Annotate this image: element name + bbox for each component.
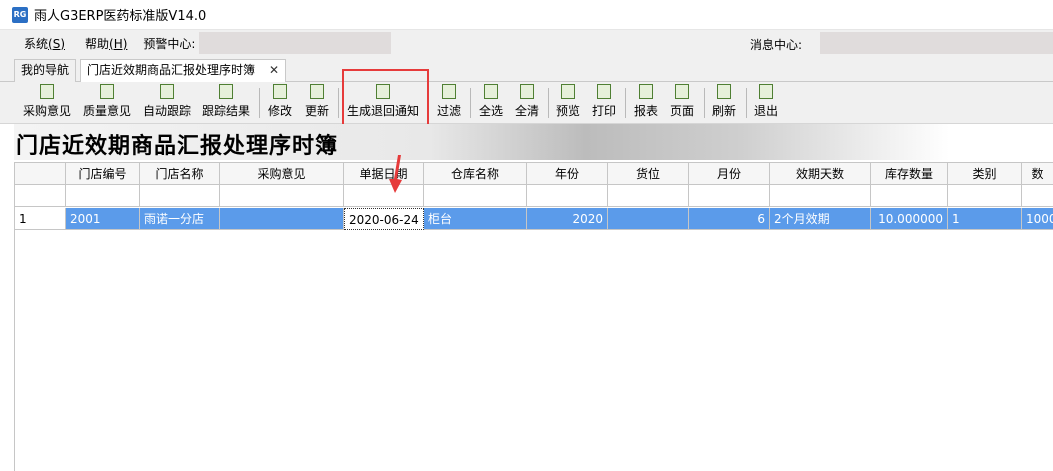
tab-expiry-report[interactable]: 门店近效期商品汇报处理序时簿 ✕ [80,59,286,83]
close-icon[interactable]: ✕ [269,60,279,81]
edit-icon [273,84,287,99]
tab-my-navigation[interactable]: 我的导航 [14,59,76,82]
column-header[interactable]: 月份 [689,163,770,185]
column-header[interactable]: 仓库名称 [424,163,527,185]
track-result-button[interactable]: 跟踪结果 [199,82,253,122]
alert-center-field[interactable] [199,32,392,54]
grid-header-row: 门店编号 门店名称 采购意见 单据日期 仓库名称 年份 货位 月份 效期天数 库… [15,163,1053,185]
page-icon [675,84,689,99]
expiry-days-cell[interactable]: 2个月效期 [770,208,871,230]
filter-cell[interactable] [871,185,948,207]
clear-all-icon [520,84,534,99]
category-cell[interactable]: 1 [948,208,1022,230]
toolbar-separator [259,88,260,118]
location-cell[interactable] [608,208,689,230]
store-code-cell[interactable]: 2001 [66,208,140,230]
update-icon [310,84,324,99]
alert-center-label: 预警中心: [143,36,196,51]
printer-icon [597,84,611,99]
clear-all-button[interactable]: 全清 [512,82,542,122]
quantity-cell[interactable]: 1000 [1022,208,1053,230]
menu-bar: 系统(S) 帮助(H) 预警中心: 消息中心: [0,30,1053,56]
purchase-opinion-button[interactable]: 采购意见 [20,82,74,122]
filter-cell[interactable] [66,185,140,207]
filter-cell[interactable] [424,185,527,207]
title-bar: RG 雨人G3ERP医药标准版V14.0 [0,0,1053,30]
filter-cell[interactable] [140,185,220,207]
filter-cell[interactable] [608,185,689,207]
refresh-icon [717,84,731,99]
filter-cell[interactable] [689,185,770,207]
red-arrow-annotation [389,155,402,193]
row-number: 1 [15,208,66,230]
page-banner: 门店近效期商品汇报处理序时簿 [14,124,1053,160]
column-header[interactable]: 类别 [948,163,1022,185]
toolbar-separator [704,88,705,118]
column-header[interactable]: 数 [1022,163,1053,185]
stock-quantity-cell[interactable]: 10.000000 [871,208,948,230]
document-date-cell[interactable]: 2020-06-24 [344,208,424,230]
menu-system[interactable]: 系统(S) [14,35,75,52]
filter-cell[interactable] [1022,185,1053,207]
filter-cell[interactable] [527,185,608,207]
report-icon [639,84,653,99]
select-all-button[interactable]: 全选 [476,82,506,122]
column-header[interactable]: 门店名称 [140,163,220,185]
preview-button[interactable]: 预览 [553,82,583,122]
warehouse-name-cell[interactable]: 柜台 [424,208,527,230]
highlight-annotation-box [342,69,429,130]
toolbar-separator [548,88,549,118]
column-header[interactable]: 库存数量 [871,163,948,185]
row-number-header [15,163,66,185]
window-title: 雨人G3ERP医药标准版V14.0 [34,9,207,24]
report-button[interactable]: 报表 [631,82,661,122]
update-button[interactable]: 更新 [301,82,333,122]
menu-help[interactable]: 帮助(H) [75,35,137,52]
message-center-label: 消息中心: [750,38,803,52]
toolbar-separator [338,88,339,118]
toolbar-separator [746,88,747,118]
column-header[interactable]: 货位 [608,163,689,185]
purchase-opinion-cell[interactable] [220,208,344,230]
column-header[interactable]: 效期天数 [770,163,871,185]
filter-cell[interactable] [948,185,1022,207]
tab-bar: 我的导航 门店近效期商品汇报处理序时簿 ✕ [0,56,1053,83]
exit-button[interactable]: 退出 [751,82,781,122]
exit-door-icon [759,84,773,99]
print-button[interactable]: 打印 [589,82,619,122]
filter-button[interactable]: 过滤 [434,82,464,122]
grid-filter-row [15,185,1053,207]
quality-opinion-button[interactable]: 质量意见 [80,82,134,122]
refresh-button[interactable]: 刷新 [709,82,739,122]
table-row[interactable]: 1 2001 雨诺一分店 2020-06-24 柜台 2020 6 2个月效期 … [15,208,1053,230]
filter-cell[interactable] [220,185,344,207]
list-icon [219,84,233,99]
column-header[interactable]: 单据日期 [344,163,424,185]
column-header[interactable]: 门店编号 [66,163,140,185]
toolbar-separator [625,88,626,118]
store-name-cell[interactable]: 雨诺一分店 [140,208,220,230]
app-logo-icon: RG [12,6,28,23]
year-cell[interactable]: 2020 [527,208,608,230]
preview-icon [561,84,575,99]
message-center-field[interactable] [820,32,1053,54]
page-title: 门店近效期商品汇报处理序时簿 [16,133,339,159]
filter-cell[interactable] [770,185,871,207]
auto-track-button[interactable]: 自动跟踪 [140,82,194,122]
filter-cell[interactable] [344,185,424,207]
page-button[interactable]: 页面 [667,82,697,122]
column-header[interactable]: 年份 [527,163,608,185]
column-header[interactable]: 采购意见 [220,163,344,185]
data-grid: 门店编号 门店名称 采购意见 单据日期 仓库名称 年份 货位 月份 效期天数 库… [14,162,1053,471]
toolbar: 采购意见 质量意见 自动跟踪 跟踪结果 修改 更新 生成退回通知 过滤 全选 全… [0,82,1053,124]
list-icon [160,84,174,99]
select-all-icon [484,84,498,99]
list-icon [40,84,54,99]
filter-cell [15,185,66,207]
list-icon [100,84,114,99]
binoculars-icon [442,84,456,99]
edit-button[interactable]: 修改 [264,82,296,122]
month-cell[interactable]: 6 [689,208,770,230]
toolbar-separator [470,88,471,118]
